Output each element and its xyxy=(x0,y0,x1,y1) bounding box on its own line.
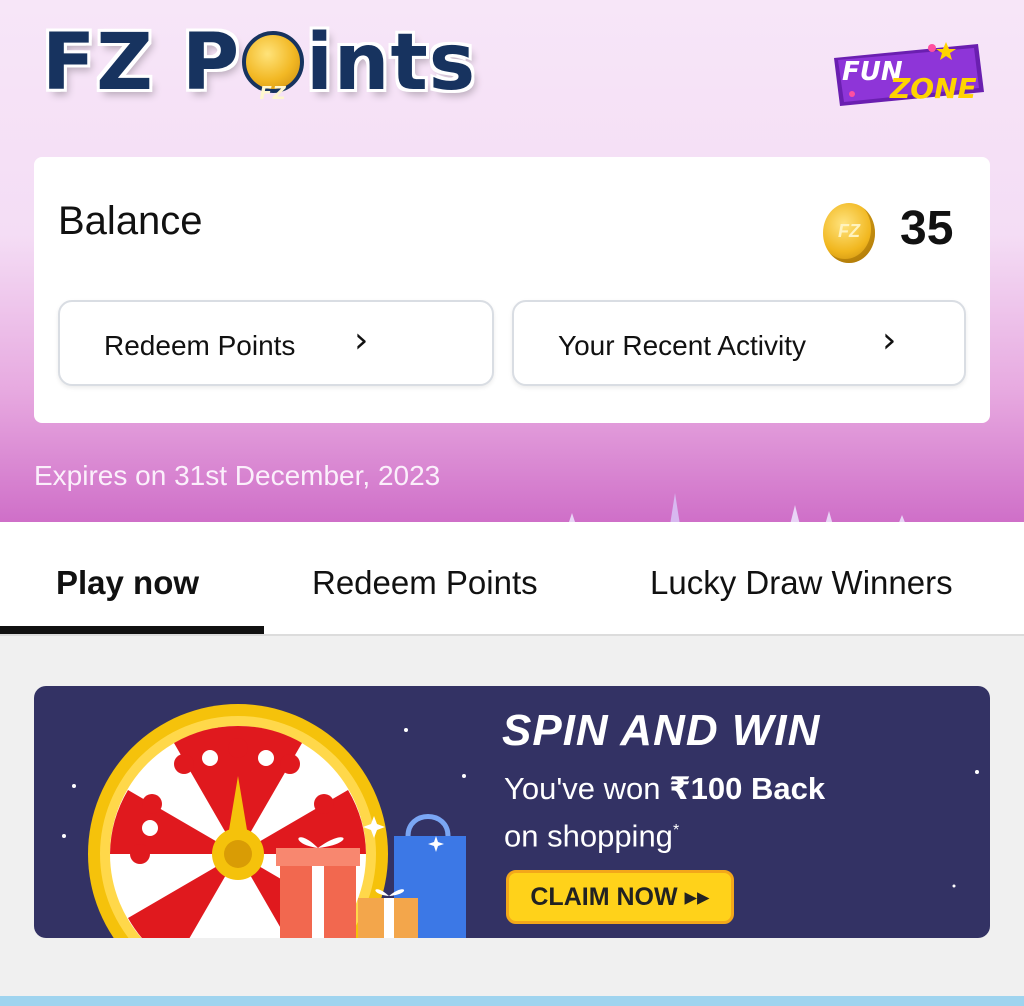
svg-text:ZONE: ZONE xyxy=(889,72,977,105)
active-tab-indicator xyxy=(0,626,264,634)
spin-and-win-banner[interactable]: SPIN AND WIN You've won ₹100 Back on sho… xyxy=(34,686,990,938)
decorative-peaks xyxy=(569,493,905,522)
coin-icon: FZ xyxy=(242,31,305,104)
recent-activity-label: Your Recent Activity xyxy=(558,330,806,361)
tab-redeem-points[interactable]: Redeem Points xyxy=(312,564,538,602)
balance-card: Balance FZ 35 Redeem Points › Your Recen… xyxy=(34,157,990,423)
redeem-points-button[interactable]: Redeem Points › xyxy=(58,300,494,386)
tab-bar: Play now Redeem Points Lucky Draw Winner… xyxy=(0,522,1024,636)
next-banner-peek xyxy=(0,996,1024,1006)
banner-title: SPIN AND WIN xyxy=(502,706,821,755)
header-area: FZ P FZ ints FUN ZONE Balance FZ 35 Redeem… xyxy=(0,0,1024,522)
fz-points-logo: FZ P FZ ints xyxy=(42,18,476,108)
expiry-text: Expires on 31st December, 2023 xyxy=(34,460,441,491)
chevron-right-icon: › xyxy=(354,320,369,361)
tab-play-now[interactable]: Play now xyxy=(56,564,199,602)
funzone-logo: FUN ZONE xyxy=(834,42,984,106)
claim-now-button[interactable]: CLAIM NOW ▸▸ xyxy=(506,870,734,924)
banner-subtitle: You've won ₹100 Back on shopping* xyxy=(504,771,826,854)
balance-label: Balance xyxy=(58,199,203,243)
logo-text-start: FZ P xyxy=(42,18,241,108)
spin-wheel-illustration xyxy=(62,704,466,938)
chevron-right-icon: › xyxy=(882,320,897,361)
logo-text-end: ints xyxy=(306,18,477,108)
recent-activity-button[interactable]: Your Recent Activity › xyxy=(512,300,966,386)
balance-value: 35 xyxy=(900,202,954,255)
tab-lucky-draw-winners[interactable]: Lucky Draw Winners xyxy=(650,564,953,602)
redeem-points-label: Redeem Points xyxy=(104,330,296,361)
fz-coin-icon: FZ xyxy=(823,203,875,263)
